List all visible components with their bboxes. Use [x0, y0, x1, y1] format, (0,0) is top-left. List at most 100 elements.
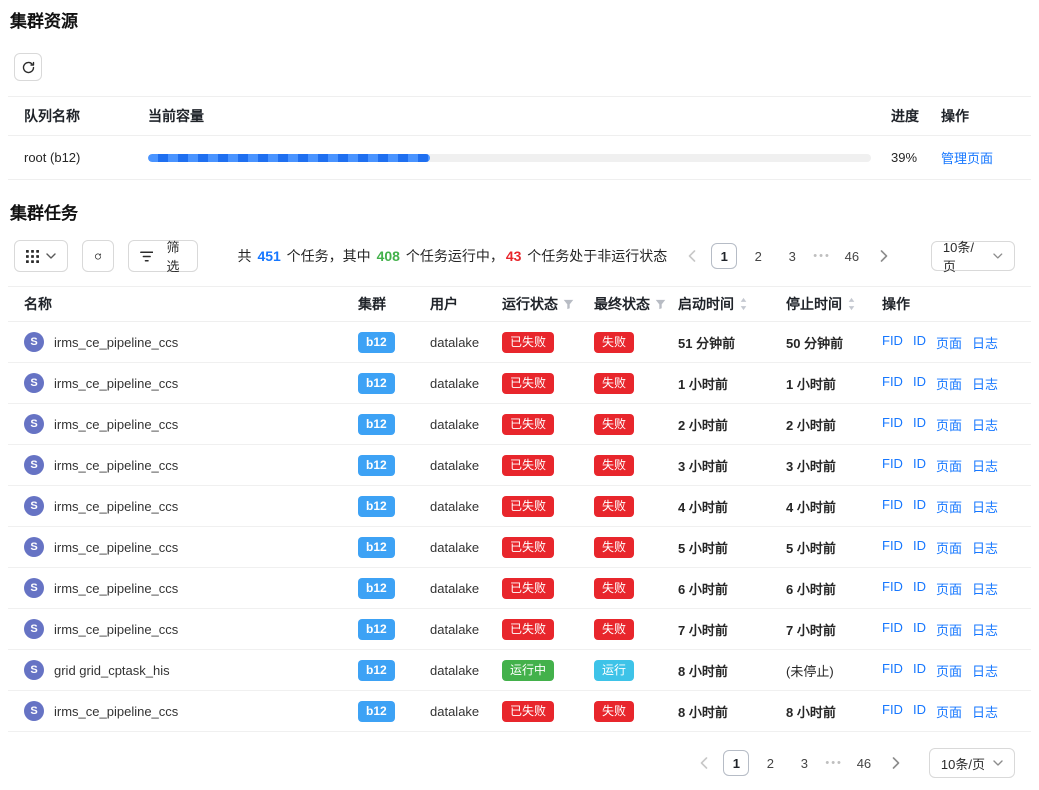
row-action-log[interactable]: 日志	[972, 374, 998, 393]
filter-funnel-icon[interactable]	[655, 299, 666, 310]
filter-funnel-icon[interactable]	[563, 299, 574, 310]
pagination-page-1[interactable]: 1	[711, 243, 737, 269]
pagination-page-2[interactable]: 2	[757, 750, 783, 776]
row-action-id[interactable]: ID	[913, 415, 926, 434]
row-action-fid[interactable]: FID	[882, 620, 903, 639]
row-action-page[interactable]: 页面	[936, 456, 962, 475]
row-action-page[interactable]: 页面	[936, 497, 962, 516]
row-action-fid[interactable]: FID	[882, 415, 903, 434]
row-action-id[interactable]: ID	[913, 374, 926, 393]
resources-refresh-button[interactable]	[14, 53, 42, 81]
task-type-avatar: S	[24, 373, 44, 393]
run-status-badge: 已失败	[502, 578, 554, 599]
row-action-page[interactable]: 页面	[936, 620, 962, 639]
row-action-page[interactable]: 页面	[936, 538, 962, 557]
row-action-fid[interactable]: FID	[882, 661, 903, 680]
row-action-page[interactable]: 页面	[936, 661, 962, 680]
start-time: 7 小时前	[678, 620, 786, 639]
cluster-badge: b12	[358, 660, 395, 681]
row-action-fid[interactable]: FID	[882, 497, 903, 516]
page-size-select[interactable]: 10条/页	[931, 241, 1015, 271]
cluster-badge: b12	[358, 537, 395, 558]
row-action-id[interactable]: ID	[913, 620, 926, 639]
cluster-badge: b12	[358, 496, 395, 517]
run-status-badge: 已失败	[502, 537, 554, 558]
task-type-avatar: S	[24, 537, 44, 557]
start-time: 5 小时前	[678, 538, 786, 557]
pagination-prev-button[interactable]	[681, 243, 703, 269]
chevron-left-icon	[700, 757, 708, 769]
col-header-stop-time[interactable]: 停止时间	[786, 294, 882, 314]
capacity-progress-bar	[148, 154, 871, 162]
row-action-log[interactable]: 日志	[972, 415, 998, 434]
table-row: S irms_ce_pipeline_ccs b12 datalake 已失败 …	[8, 609, 1031, 650]
row-action-log[interactable]: 日志	[972, 333, 998, 352]
row-action-fid[interactable]: FID	[882, 538, 903, 557]
row-action-page[interactable]: 页面	[936, 415, 962, 434]
row-action-id[interactable]: ID	[913, 333, 926, 352]
row-action-log[interactable]: 日志	[972, 702, 998, 721]
pagination-next-button[interactable]	[885, 750, 907, 776]
row-action-log[interactable]: 日志	[972, 620, 998, 639]
pagination-page-2[interactable]: 2	[745, 243, 771, 269]
cluster-badge: b12	[358, 619, 395, 640]
row-action-log[interactable]: 日志	[972, 538, 998, 557]
task-name-cell: S irms_ce_pipeline_ccs	[8, 455, 358, 475]
col-header-run-status[interactable]: 运行状态	[502, 294, 594, 314]
pagination-page-last[interactable]: 46	[839, 243, 865, 269]
pagination-ellipsis[interactable]: •••	[825, 757, 843, 769]
filter-button[interactable]: 筛选	[128, 240, 198, 272]
row-action-fid[interactable]: FID	[882, 333, 903, 352]
row-action-fid[interactable]: FID	[882, 374, 903, 393]
row-action-id[interactable]: ID	[913, 661, 926, 680]
stop-time: 2 小时前	[786, 415, 882, 434]
col-header-start-time[interactable]: 启动时间	[678, 294, 786, 314]
row-action-id[interactable]: ID	[913, 497, 926, 516]
pagination-page-1[interactable]: 1	[723, 750, 749, 776]
row-action-log[interactable]: 日志	[972, 579, 998, 598]
row-action-id[interactable]: ID	[913, 579, 926, 598]
row-action-log[interactable]: 日志	[972, 661, 998, 680]
summary-text: 共	[238, 248, 256, 264]
chevron-down-icon	[46, 253, 56, 259]
pagination-next-button[interactable]	[873, 243, 895, 269]
pagination-prev-button[interactable]	[693, 750, 715, 776]
column-settings-button[interactable]	[14, 240, 68, 272]
row-actions: FID ID 页面 日志	[882, 415, 1031, 434]
pagination-page-3[interactable]: 3	[791, 750, 817, 776]
tasks-table-header: 名称 集群 用户 运行状态 最终状态 启动时间 停止时间	[8, 286, 1031, 322]
stop-time: (未停止)	[786, 661, 882, 680]
col-header-final-status[interactable]: 最终状态	[594, 294, 678, 314]
task-name-cell: S irms_ce_pipeline_ccs	[8, 332, 358, 352]
row-action-log[interactable]: 日志	[972, 456, 998, 475]
final-status-badge: 失败	[594, 701, 634, 722]
row-action-page[interactable]: 页面	[936, 702, 962, 721]
tasks-refresh-button[interactable]	[82, 240, 114, 272]
page-size-label: 10条/页	[943, 237, 986, 275]
row-action-id[interactable]: ID	[913, 456, 926, 475]
capacity-progress-fill	[148, 154, 430, 162]
row-action-fid[interactable]: FID	[882, 579, 903, 598]
row-action-fid[interactable]: FID	[882, 456, 903, 475]
table-row: S irms_ce_pipeline_ccs b12 datalake 已失败 …	[8, 691, 1031, 732]
row-action-log[interactable]: 日志	[972, 497, 998, 516]
row-action-page[interactable]: 页面	[936, 333, 962, 352]
pagination-page-3[interactable]: 3	[779, 243, 805, 269]
progress-percent: 39%	[891, 150, 941, 165]
sorter-icon[interactable]	[847, 297, 856, 311]
row-action-id[interactable]: ID	[913, 702, 926, 721]
task-name: irms_ce_pipeline_ccs	[54, 376, 178, 391]
final-status-badge: 失败	[594, 619, 634, 640]
start-time: 1 小时前	[678, 374, 786, 393]
page-size-select[interactable]: 10条/页	[929, 748, 1015, 778]
pagination-page-last[interactable]: 46	[851, 750, 877, 776]
capacity-cell	[148, 154, 891, 162]
pagination-ellipsis[interactable]: •••	[813, 250, 831, 262]
row-action-id[interactable]: ID	[913, 538, 926, 557]
final-status-badge: 失败	[594, 414, 634, 435]
row-action-page[interactable]: 页面	[936, 579, 962, 598]
row-action-fid[interactable]: FID	[882, 702, 903, 721]
manage-page-link[interactable]: 管理页面	[941, 151, 993, 166]
row-action-page[interactable]: 页面	[936, 374, 962, 393]
sorter-icon[interactable]	[739, 297, 748, 311]
